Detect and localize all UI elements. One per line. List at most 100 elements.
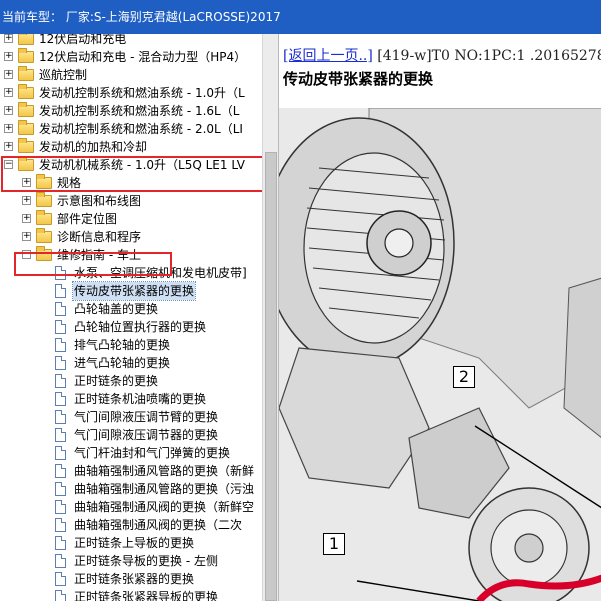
folder-icon	[18, 102, 34, 117]
callout-1: 1	[323, 533, 345, 555]
tree-item-label: 12伏启动和充电 - 混合动力型（HP4）	[39, 50, 247, 64]
tree-item-label: 排气凸轮轴的更换	[74, 338, 171, 352]
document-icon	[55, 590, 66, 601]
document-icon	[55, 500, 66, 514]
tree-item[interactable]: +12伏启动和充电	[0, 34, 262, 48]
expand-icon[interactable]: +	[4, 88, 13, 97]
tree-item-label: 曲轴箱强制通风阀的更换（二次	[74, 518, 243, 532]
tree-item[interactable]: + 部件定位图	[0, 210, 262, 228]
expand-icon[interactable]: +	[4, 142, 13, 151]
document-icon	[55, 428, 66, 442]
tree-item-label: 气门间隙液压调节器的更换	[74, 428, 219, 442]
tree-item[interactable]: 气门杆油封和气门弹簧的更换	[0, 444, 262, 462]
document-icon	[55, 284, 66, 298]
tree-item-label: 正时链条张紧器的更换	[74, 572, 195, 586]
tree-item-label: 曲轴箱强制通风管路的更换（新鲜	[74, 464, 255, 478]
tree-item[interactable]: 曲轴箱强制通风管路的更换（新鲜	[0, 462, 262, 480]
tree-item[interactable]: + 示意图和布线图	[0, 192, 262, 210]
tensioner-illustration	[279, 108, 601, 601]
expand-icon[interactable]: +	[4, 52, 13, 61]
folder-icon	[36, 228, 52, 243]
tree-item-label: 进气凸轮轴的更换	[74, 356, 171, 370]
tree-item-label: 发动机的加热和冷却	[39, 140, 148, 154]
tree-item-label: 部件定位图	[57, 212, 118, 226]
tree-item-label: 曲轴箱强制通风管路的更换（污浊	[74, 482, 255, 496]
tree-item[interactable]: + 发动机控制系统和燃油系统 - 2.0L（LI	[0, 120, 262, 138]
document-title: 传动皮带张紧器的更换	[283, 70, 434, 88]
folder-icon	[18, 120, 34, 135]
tree-item[interactable]: + 发动机控制系统和燃油系统 - 1.6L（L	[0, 102, 262, 120]
document-icon	[55, 392, 66, 406]
tree-item[interactable]: 排气凸轮轴的更换	[0, 336, 262, 354]
back-link[interactable]: [返回上一页..]	[283, 48, 373, 64]
folder-icon	[18, 34, 34, 45]
expand-icon[interactable]: +	[4, 70, 13, 79]
tree-item[interactable]: 气门间隙液压调节臂的更换	[0, 408, 262, 426]
tree-item-label: 气门杆油封和气门弹簧的更换	[74, 446, 231, 460]
document-icon	[55, 518, 66, 532]
tree-item-label: 示意图和布线图	[57, 194, 142, 208]
tree-scrollbar[interactable]	[262, 34, 278, 601]
document-icon	[55, 536, 66, 550]
tree-item[interactable]: + 巡航控制	[0, 66, 262, 84]
expand-icon[interactable]: +	[4, 106, 13, 115]
tree-item-label: 正时链条上导板的更换	[74, 536, 195, 550]
tree-item[interactable]: 凸轮轴位置执行器的更换	[0, 318, 262, 336]
tree-item-label: 发动机控制系统和燃油系统 - 1.0升（L	[39, 86, 245, 100]
tree-scroll-thumb[interactable]	[265, 152, 277, 601]
tree-item[interactable]: 曲轴箱强制通风管路的更换（污浊	[0, 480, 262, 498]
document-icon	[55, 374, 66, 388]
tree-item[interactable]: 凸轮轴盖的更换	[0, 300, 262, 318]
window-title: 当前车型： 厂家:S-上海别克君越(LaCROSSE)2017	[2, 10, 281, 24]
document-icon	[55, 302, 66, 316]
folder-icon	[18, 66, 34, 81]
tree-item-label: 12伏启动和充电	[39, 34, 127, 46]
tree-item[interactable]: 正时链条导板的更换 - 左侧	[0, 552, 262, 570]
tree-item[interactable]: 进气凸轮轴的更换	[0, 354, 262, 372]
tree-item-label: 凸轮轴盖的更换	[74, 302, 159, 316]
expand-icon[interactable]: +	[22, 232, 31, 241]
tree-item-label: 诊断信息和程序	[57, 230, 142, 244]
tree-item[interactable]: + 发动机的加热和冷却	[0, 138, 262, 156]
document-reference: [419-w]T0 NO:1PC:1 .2016527877	[372, 48, 601, 64]
folder-icon	[36, 210, 52, 225]
tree-item-label: 正时链条张紧器导板的更换	[74, 590, 219, 601]
tree-item[interactable]: 传动皮带张紧器的更换	[0, 281, 262, 301]
expand-icon[interactable]: +	[22, 196, 31, 205]
expand-icon[interactable]: +	[4, 34, 13, 43]
document-icon	[55, 338, 66, 352]
tree-item[interactable]: 正时链条机油喷嘴的更换	[0, 390, 262, 408]
tree-item-label: 传动皮带张紧器的更换	[71, 281, 197, 301]
expand-icon[interactable]: +	[4, 124, 13, 133]
tree-item[interactable]: 正时链条上导板的更换	[0, 534, 262, 552]
tree-item-label: 曲轴箱强制通风阀的更换（新鲜空	[74, 500, 255, 514]
tree-item[interactable]: +12伏启动和充电 - 混合动力型（HP4）	[0, 48, 262, 66]
document-icon	[55, 320, 66, 334]
tree-item[interactable]: 正时链条的更换	[0, 372, 262, 390]
tree-item-label: 凸轮轴位置执行器的更换	[74, 320, 207, 334]
navigation-tree[interactable]: +12伏启动和充电 +12伏启动和充电 - 混合动力型（HP4） + 巡航控制 + 发动机…	[0, 34, 262, 601]
expand-icon[interactable]: +	[22, 214, 31, 223]
document-nav-line: [返回上一页..] [419-w]T0 NO:1PC:1 .2016527877	[283, 45, 601, 65]
annotation-box-engine-mechanical	[1, 156, 289, 192]
document-icon	[55, 446, 66, 460]
folder-icon	[18, 48, 34, 63]
annotation-box-repair-guide	[14, 252, 172, 276]
tree-item[interactable]: 曲轴箱强制通风阀的更换（二次	[0, 516, 262, 534]
folder-icon	[18, 84, 34, 99]
document-icon	[55, 410, 66, 424]
tree-item-label: 巡航控制	[39, 68, 88, 82]
tree-item-label: 气门间隙液压调节臂的更换	[74, 410, 219, 424]
tree-item[interactable]: + 诊断信息和程序	[0, 228, 262, 246]
tree-item-label: 发动机控制系统和燃油系统 - 1.6L（L	[39, 104, 240, 118]
window-title-bar: 当前车型： 厂家:S-上海别克君越(LaCROSSE)2017	[0, 0, 601, 34]
tree-item[interactable]: 正时链条张紧器导板的更换	[0, 588, 262, 601]
tree-item[interactable]: 正时链条张紧器的更换	[0, 570, 262, 588]
folder-icon	[18, 138, 34, 153]
document-icon	[55, 356, 66, 370]
tree-item-label: 正时链条导板的更换 - 左侧	[74, 554, 218, 568]
tree-item[interactable]: 气门间隙液压调节器的更换	[0, 426, 262, 444]
tree-item[interactable]: + 发动机控制系统和燃油系统 - 1.0升（L	[0, 84, 262, 102]
tree-item[interactable]: 曲轴箱强制通风阀的更换（新鲜空	[0, 498, 262, 516]
document-pane: [返回上一页..] [419-w]T0 NO:1PC:1 .2016527877…	[278, 34, 601, 601]
